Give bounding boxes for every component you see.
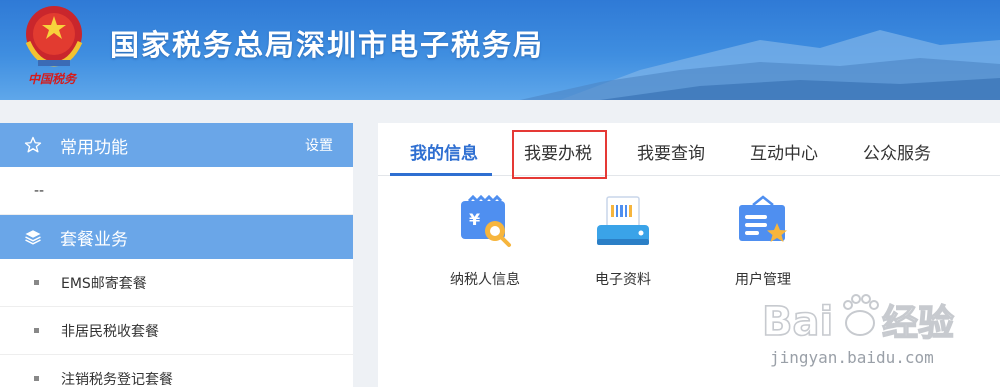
- watermark-url: jingyan.baidu.com: [770, 348, 934, 367]
- package-business-header[interactable]: 套餐业务: [0, 215, 353, 259]
- bullet-icon: [34, 376, 39, 381]
- tab-query[interactable]: 我要查询: [637, 139, 705, 164]
- package-business-label: 套餐业务: [60, 229, 128, 250]
- header-banner: 中国税务 国家税务总局深圳市电子税务局: [0, 0, 1000, 100]
- user-management-icon: [739, 195, 787, 242]
- taxpayer-info-icon: ¥: [461, 194, 511, 247]
- service-label: 电子资料: [595, 272, 651, 288]
- active-tab-indicator: [390, 173, 492, 176]
- svg-text:经验: 经验: [882, 303, 954, 344]
- service-taxpayer-info[interactable]: ¥ 纳税人信息: [430, 194, 540, 289]
- settings-link[interactable]: 设置: [305, 135, 333, 155]
- tab-bar: 我的信息 我要办税 我要查询 互动中心 公众服务: [378, 123, 1000, 179]
- sidebar-item-label: EMS邮寄套餐: [61, 275, 147, 292]
- layers-icon: [22, 228, 44, 246]
- sidebar: 常用功能 设置 -- 套餐业务 EMS邮寄套餐 非居民税收套餐 注销税务登记套餐: [0, 123, 353, 387]
- sidebar-item-label: 非居民税收套餐: [61, 323, 159, 340]
- tab-my-info[interactable]: 我的信息: [410, 139, 478, 164]
- common-functions-empty: --: [0, 167, 353, 215]
- emblem-caption: 中国税务: [28, 72, 77, 86]
- bullet-icon: [34, 328, 39, 333]
- bullet-icon: [34, 280, 39, 285]
- sidebar-item-label: 注销税务登记套餐: [61, 371, 173, 387]
- e-documents-icon: [597, 196, 649, 245]
- sidebar-item-deregistration[interactable]: 注销税务登记套餐: [0, 355, 353, 387]
- svg-text:Bai: Bai: [762, 299, 833, 345]
- sidebar-item-ems[interactable]: EMS邮寄套餐: [0, 259, 353, 307]
- site-title: 国家税务总局深圳市电子税务局: [110, 28, 545, 62]
- sidebar-item-nonresident[interactable]: 非居民税收套餐: [0, 307, 353, 355]
- svg-text:¥: ¥: [469, 210, 480, 229]
- highlight-annotation: [512, 130, 607, 179]
- service-e-documents[interactable]: 电子资料: [568, 195, 678, 289]
- tab-interaction-center[interactable]: 互动中心: [750, 139, 818, 164]
- common-functions-header[interactable]: 常用功能 设置: [0, 123, 353, 167]
- common-functions-label: 常用功能: [60, 137, 128, 158]
- service-label: 纳税人信息: [450, 272, 520, 288]
- star-icon: [22, 136, 44, 154]
- service-user-management[interactable]: 用户管理: [708, 195, 818, 289]
- tab-public-service[interactable]: 公众服务: [863, 139, 931, 164]
